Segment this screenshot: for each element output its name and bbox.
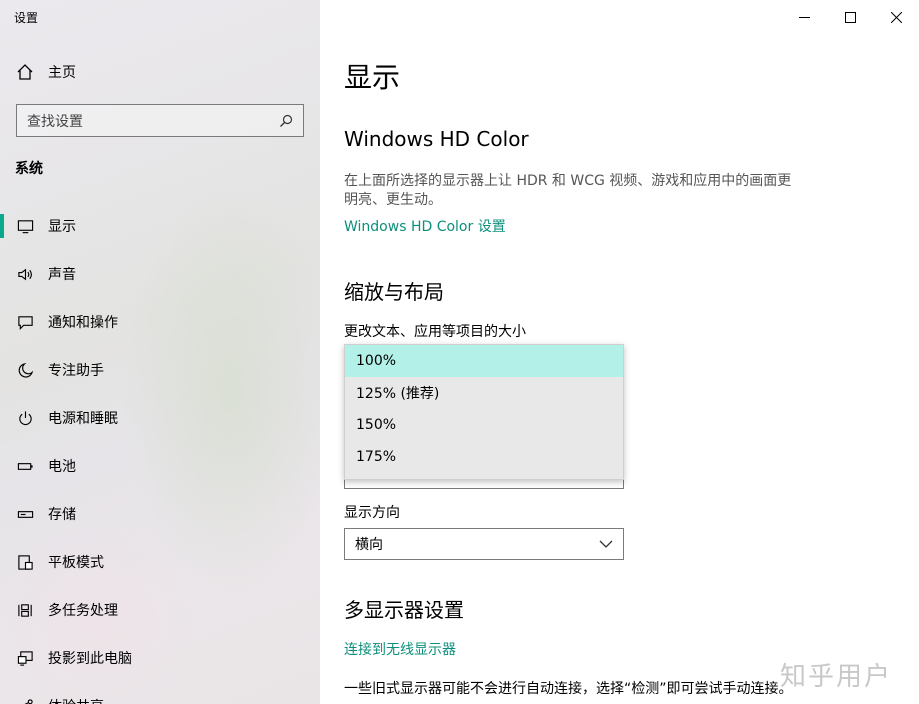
sidebar-item-label: 存储 xyxy=(48,507,76,523)
sidebar-item-battery[interactable]: 电池 xyxy=(0,442,320,490)
hdr-heading: Windows HD Color xyxy=(344,127,529,151)
battery-icon xyxy=(16,457,34,475)
sidebar: 设置 主页 查找设置 系统 显示 声音 通知和操作 专注助手 电源和睡眠 电池 … xyxy=(0,0,320,704)
sidebar-item-label: 体验共享 xyxy=(48,696,104,704)
sidebar-item-label: 多任务处理 xyxy=(48,603,118,619)
scale-option[interactable]: 175% xyxy=(345,441,623,473)
home-icon xyxy=(17,64,33,80)
sidebar-item-shared-experiences[interactable]: 体验共享 xyxy=(0,682,320,704)
sidebar-item-label: 电源和睡眠 xyxy=(48,411,118,427)
detect-hint-text: 一些旧式显示器可能不会进行自动连接，选择“检测”即可尝试手动连接。 xyxy=(344,681,793,697)
sidebar-item-label: 专注助手 xyxy=(48,363,104,379)
sidebar-item-label: 平板模式 xyxy=(48,555,104,571)
scale-option[interactable]: 150% xyxy=(345,409,623,441)
watermark: 知乎用户 xyxy=(780,662,893,692)
sidebar-item-label: 电池 xyxy=(48,459,76,475)
scale-label: 更改文本、应用等项目的大小 xyxy=(344,324,526,340)
share-icon xyxy=(16,697,34,704)
search-icon[interactable] xyxy=(279,114,293,128)
sidebar-item-label: 声音 xyxy=(48,267,76,283)
wireless-display-link[interactable]: 连接到无线显示器 xyxy=(344,639,456,659)
speaker-icon xyxy=(16,265,34,283)
sidebar-item-project-to-pc[interactable]: 投影到此电脑 xyxy=(0,634,320,682)
sidebar-item-multitasking[interactable]: 多任务处理 xyxy=(0,586,320,634)
sidebar-item-focus-assist[interactable]: 专注助手 xyxy=(0,346,320,394)
sidebar-item-label: 通知和操作 xyxy=(48,315,118,331)
sidebar-item-label: 显示 xyxy=(48,219,76,235)
sidebar-item-label: 投影到此电脑 xyxy=(48,651,132,667)
sidebar-item-notifications[interactable]: 通知和操作 xyxy=(0,298,320,346)
hdr-description: 在上面所选择的显示器上让 HDR 和 WCG 视频、游戏和应用中的画面更明亮、更… xyxy=(344,173,792,208)
project-icon xyxy=(16,649,34,667)
orientation-value: 横向 xyxy=(355,537,383,553)
storage-icon xyxy=(16,505,34,523)
sidebar-item-sound[interactable]: 声音 xyxy=(0,250,320,298)
sidebar-item-tablet-mode[interactable]: 平板模式 xyxy=(0,538,320,586)
scale-dropdown-list[interactable]: 100% 125% (推荐) 150% 175% xyxy=(344,344,624,480)
page-title: 显示 xyxy=(344,61,401,94)
window-title: 设置 xyxy=(14,11,39,25)
sidebar-item-display[interactable]: 显示 xyxy=(0,202,320,250)
orientation-label: 显示方向 xyxy=(344,505,400,521)
moon-icon xyxy=(16,361,34,379)
monitor-icon xyxy=(16,217,34,235)
home-label: 主页 xyxy=(48,65,76,81)
scale-heading: 缩放与布局 xyxy=(344,280,444,304)
search-placeholder: 查找设置 xyxy=(27,113,83,130)
multitask-icon xyxy=(16,601,34,619)
search-input[interactable]: 查找设置 xyxy=(16,104,304,137)
orientation-dropdown[interactable]: 横向 xyxy=(344,528,624,560)
sidebar-item-power-sleep[interactable]: 电源和睡眠 xyxy=(0,394,320,442)
sidebar-nav: 显示 声音 通知和操作 专注助手 电源和睡眠 电池 存储 平板模式 多任务处理 … xyxy=(0,202,320,704)
home-nav-item[interactable]: 主页 xyxy=(16,62,76,82)
section-title: 系统 xyxy=(15,161,43,177)
scale-option[interactable]: 125% (推荐) xyxy=(345,377,623,409)
notification-icon xyxy=(16,313,34,331)
multi-display-heading: 多显示器设置 xyxy=(344,598,464,622)
chevron-down-icon xyxy=(599,540,613,548)
hdr-settings-link[interactable]: Windows HD Color 设置 xyxy=(344,216,506,236)
scale-option[interactable]: 100% xyxy=(345,345,623,377)
tablet-icon xyxy=(16,553,34,571)
sidebar-item-storage[interactable]: 存储 xyxy=(0,490,320,538)
power-icon xyxy=(16,409,34,427)
